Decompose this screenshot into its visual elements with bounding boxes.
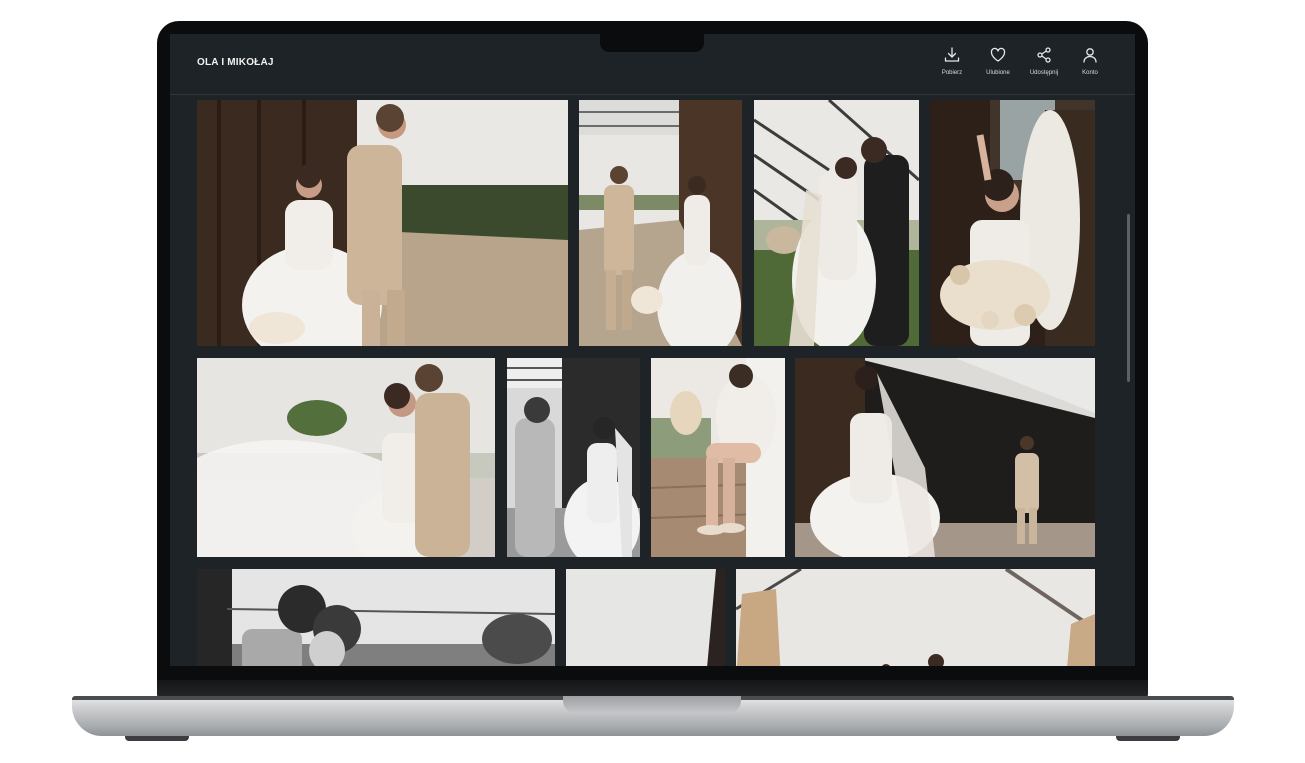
favorites-button[interactable]: Ulubione [975, 46, 1021, 76]
camera-notch [600, 32, 704, 52]
photo-couple-embrace-pergola[interactable] [754, 100, 919, 346]
photo-couple-bw-closeup[interactable] [197, 569, 555, 666]
download-icon [944, 47, 960, 62]
header-actions: Pobierz Ulubione Udostępnij Konto [929, 46, 1113, 76]
laptop-foot-left [125, 736, 189, 741]
gallery-title: OLA I MIKOŁAJ [197, 57, 274, 68]
download-label: Pobierz [941, 70, 963, 76]
share-icon [1037, 47, 1051, 63]
laptop-opening-notch [563, 696, 741, 713]
scrollbar-thumb[interactable] [1127, 214, 1130, 382]
favorites-label: Ulubione [986, 70, 1010, 76]
laptop-foot-right [1116, 736, 1180, 741]
heart-icon [990, 47, 1006, 62]
photo-bride-bouquet[interactable] [930, 100, 1095, 346]
photo-curtains-pergola[interactable] [736, 569, 1095, 666]
photo-couple-barn-wall[interactable] [197, 100, 568, 346]
photo-couple-pergola-walk[interactable] [579, 100, 742, 346]
account-label: Konto [1082, 70, 1098, 76]
share-label: Udostępnij [1029, 70, 1059, 76]
share-button[interactable]: Udostępnij [1021, 46, 1067, 76]
photo-sky-detail[interactable] [566, 569, 725, 666]
account-button[interactable]: Konto [1067, 46, 1113, 76]
download-button[interactable]: Pobierz [929, 46, 975, 76]
photo-bride-groom-distance[interactable] [795, 358, 1095, 557]
gallery-screen: OLA I MIKOŁAJ Pobierz Ulubione Udostępni… [170, 34, 1135, 666]
photo-couple-bw-dance[interactable] [507, 358, 640, 557]
user-icon [1083, 48, 1097, 63]
photo-couple-veil-wind[interactable] [197, 358, 495, 557]
photo-bride-shoes[interactable] [651, 358, 785, 557]
